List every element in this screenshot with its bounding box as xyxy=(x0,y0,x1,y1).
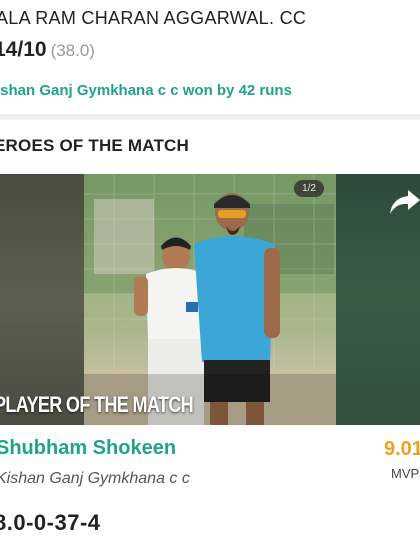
player-photo-illustration xyxy=(84,174,336,425)
share-arrow-icon[interactable] xyxy=(388,188,420,216)
bowling-figures: 8.0-0-37-4 xyxy=(0,510,101,535)
player-name[interactable]: Shubham Shokeen xyxy=(0,437,176,460)
previous-slide[interactable] xyxy=(0,174,84,425)
slide-counter: 1/2 xyxy=(294,180,324,197)
player-team: Kishan Ganj Gymkhana c c xyxy=(0,470,190,487)
mvp-label: MVP xyxy=(391,466,420,481)
overs: (38.0) xyxy=(50,41,95,60)
team-name: ALA RAM CHARAN AGGARWAL. CC xyxy=(0,8,307,28)
heroes-title: EROES OF THE MATCH xyxy=(0,136,190,155)
heroes-carousel[interactable]: 1/2 xyxy=(0,174,420,425)
mvp-value: 9.01 xyxy=(384,438,420,460)
player-of-the-match-label: PLAYER OF THE MATCH xyxy=(0,392,194,417)
match-result: ishan Ganj Gymkhana c c won by 42 runs xyxy=(0,82,292,99)
score: 14/10 xyxy=(0,38,47,61)
score-row: 14/10(38.0) xyxy=(0,38,95,62)
section-divider xyxy=(0,114,420,120)
player-photo[interactable]: 1/2 xyxy=(84,174,336,425)
